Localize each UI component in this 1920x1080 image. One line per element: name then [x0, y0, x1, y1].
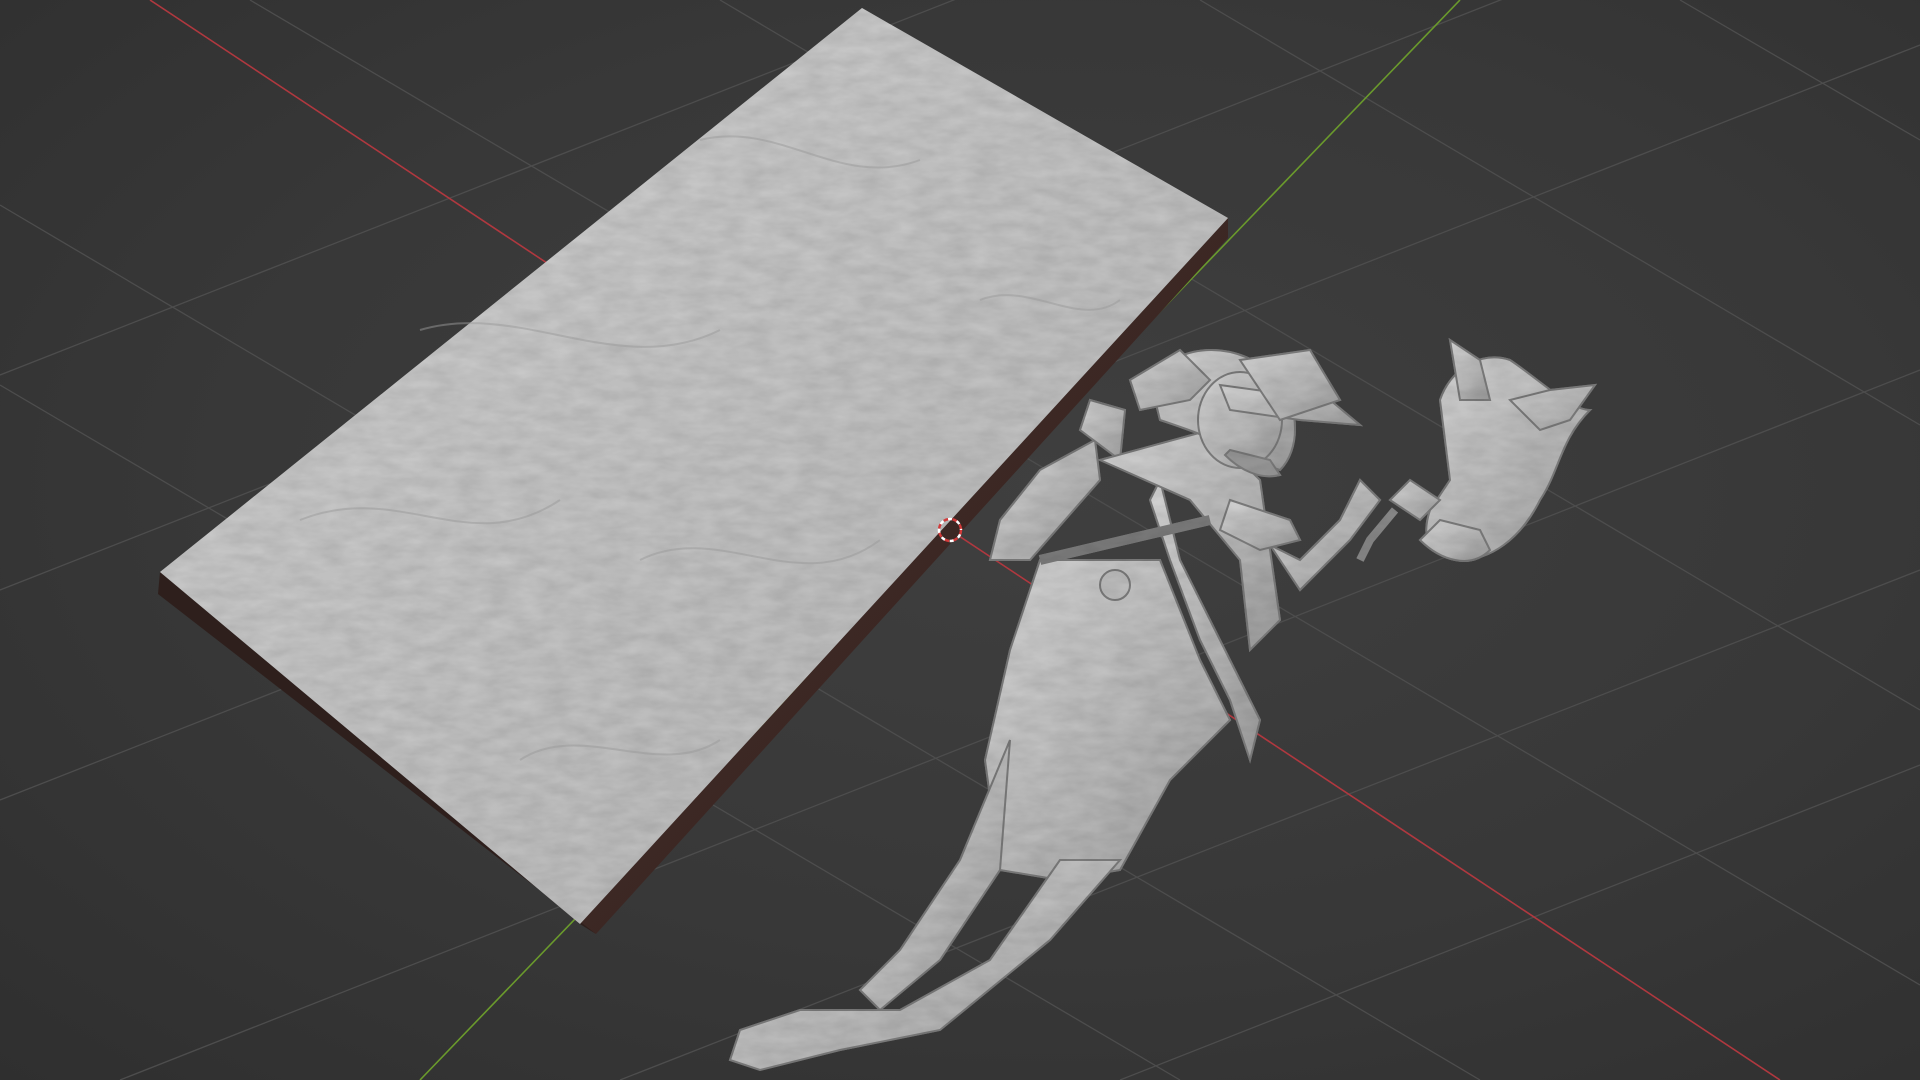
horse-head[interactable]: [1356, 337, 1598, 562]
viewport-scene[interactable]: [0, 0, 1920, 1080]
3d-viewport[interactable]: [0, 0, 1920, 1080]
